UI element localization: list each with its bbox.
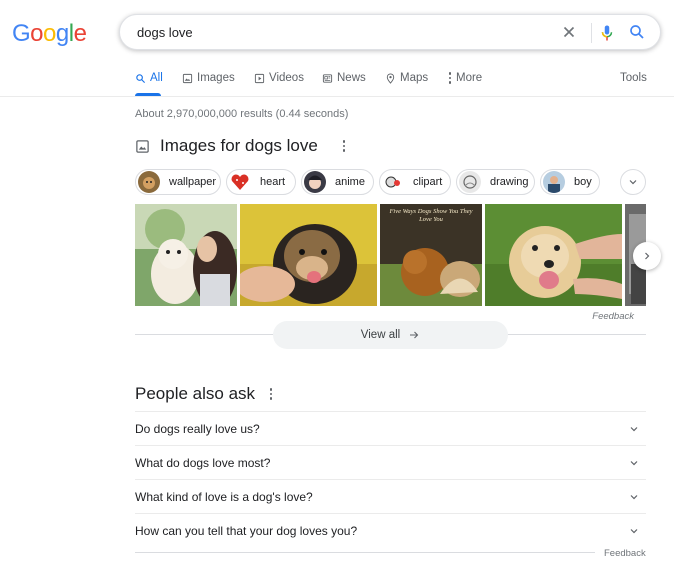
logo-letter: o xyxy=(43,20,56,47)
chip-drawing[interactable]: drawing xyxy=(456,169,535,195)
logo-letter: G xyxy=(12,20,31,47)
chip-thumbnail xyxy=(459,171,481,193)
chip-heart[interactable]: heart xyxy=(226,169,296,195)
chip-thumbnail xyxy=(229,171,251,193)
chevron-down-icon xyxy=(630,494,638,499)
tab-videos[interactable]: Videos xyxy=(254,72,304,84)
image-result[interactable] xyxy=(485,204,622,306)
image-icon xyxy=(182,73,193,83)
question-text: What do dogs love most? xyxy=(135,455,271,470)
search-box[interactable]: dogs love xyxy=(119,14,661,50)
chip-boy[interactable]: boy xyxy=(540,169,600,195)
tabs-divider xyxy=(0,96,674,97)
people-also-ask-list: Do dogs really love us? What do dogs lov… xyxy=(135,411,646,547)
logo-letter: g xyxy=(55,20,69,47)
chip-label: wallpaper xyxy=(169,176,217,188)
chip-label: anime xyxy=(335,176,365,188)
chip-thumbnail xyxy=(304,171,326,193)
news-icon xyxy=(322,73,333,83)
images-section-title[interactable]: Images for dogs love xyxy=(160,136,318,156)
tab-all[interactable]: All xyxy=(135,72,163,84)
tab-label: More xyxy=(456,72,483,84)
microphone-icon[interactable] xyxy=(598,23,616,43)
close-icon[interactable] xyxy=(560,23,578,41)
chevron-down-icon xyxy=(630,426,638,431)
logo-letter: e xyxy=(73,20,87,47)
tab-label: News xyxy=(337,72,366,84)
chip-thumbnail xyxy=(138,171,160,193)
people-also-ask-feedback-link[interactable]: Feedback xyxy=(604,548,646,559)
more-options-icon[interactable] xyxy=(342,140,346,152)
people-also-ask-header: People also ask xyxy=(135,384,273,404)
question-item[interactable]: What do dogs love most? xyxy=(135,445,646,479)
carousel-next-button[interactable] xyxy=(633,242,661,270)
logo-letter: o xyxy=(30,20,44,47)
result-stats: About 2,970,000,000 results (0.44 second… xyxy=(135,108,349,120)
search-icon[interactable] xyxy=(628,23,646,41)
people-also-ask-divider xyxy=(135,552,595,553)
tab-more[interactable]: More xyxy=(448,72,482,84)
chevron-down-icon xyxy=(630,460,638,465)
image-icon xyxy=(136,139,149,153)
tab-news[interactable]: News xyxy=(322,72,366,84)
question-item[interactable]: What kind of love is a dog's love? xyxy=(135,479,646,513)
chips-scroll-button[interactable] xyxy=(620,169,646,195)
search-icon xyxy=(136,73,146,83)
image-result[interactable]: Five Ways Dogs Show You They Love You xyxy=(380,204,482,306)
chevron-right-icon xyxy=(645,252,650,260)
chip-thumbnail xyxy=(543,171,565,193)
images-section-header: Images for dogs love xyxy=(135,136,346,156)
tab-label: Videos xyxy=(269,72,304,84)
chip-label: clipart xyxy=(413,176,443,188)
question-item[interactable]: How can you tell that your dog loves you… xyxy=(135,513,646,547)
play-icon xyxy=(254,73,265,83)
chip-clipart[interactable]: clipart xyxy=(379,169,451,195)
view-all-label: View all xyxy=(360,329,401,341)
chip-wallpaper[interactable]: wallpaper xyxy=(135,169,221,195)
image-carousel: Five Ways Dogs Show You They Love You xyxy=(135,204,646,306)
kebab-icon xyxy=(448,72,452,84)
people-also-ask-title: People also ask xyxy=(135,384,256,403)
map-pin-icon xyxy=(386,72,395,84)
question-item[interactable]: Do dogs really love us? xyxy=(135,411,646,445)
view-all-button[interactable]: View all xyxy=(273,321,508,349)
chevron-down-icon xyxy=(629,180,637,185)
tab-maps[interactable]: Maps xyxy=(385,72,428,84)
image-result[interactable] xyxy=(135,204,237,306)
question-text: How can you tell that your dog loves you… xyxy=(135,523,358,538)
google-logo[interactable]: Google xyxy=(12,20,87,48)
chip-thumbnail xyxy=(382,171,404,193)
arrow-right-icon xyxy=(410,331,419,339)
chip-label: boy xyxy=(574,176,592,188)
image-caption: Five Ways Dogs Show You They Love You xyxy=(389,208,473,223)
question-text: What kind of love is a dog's love? xyxy=(135,489,313,504)
tab-label: Maps xyxy=(400,72,429,84)
tab-label: All xyxy=(150,72,163,84)
search-tabs: All Images Videos News Maps More Tools xyxy=(135,72,650,92)
search-divider xyxy=(591,23,592,43)
chip-anime[interactable]: anime xyxy=(301,169,374,195)
tab-label: Images xyxy=(197,72,235,84)
tab-tools[interactable]: Tools xyxy=(620,72,647,84)
image-result[interactable] xyxy=(240,204,377,306)
chip-label: heart xyxy=(260,176,286,188)
question-text: Do dogs really love us? xyxy=(135,421,260,436)
chip-label: drawing xyxy=(490,176,529,188)
tools-label: Tools xyxy=(620,72,647,84)
search-input[interactable]: dogs love xyxy=(137,25,193,40)
tab-images[interactable]: Images xyxy=(182,72,235,84)
chevron-down-icon xyxy=(630,528,638,533)
images-feedback-link[interactable]: Feedback xyxy=(592,311,634,322)
more-options-icon[interactable] xyxy=(269,388,273,400)
